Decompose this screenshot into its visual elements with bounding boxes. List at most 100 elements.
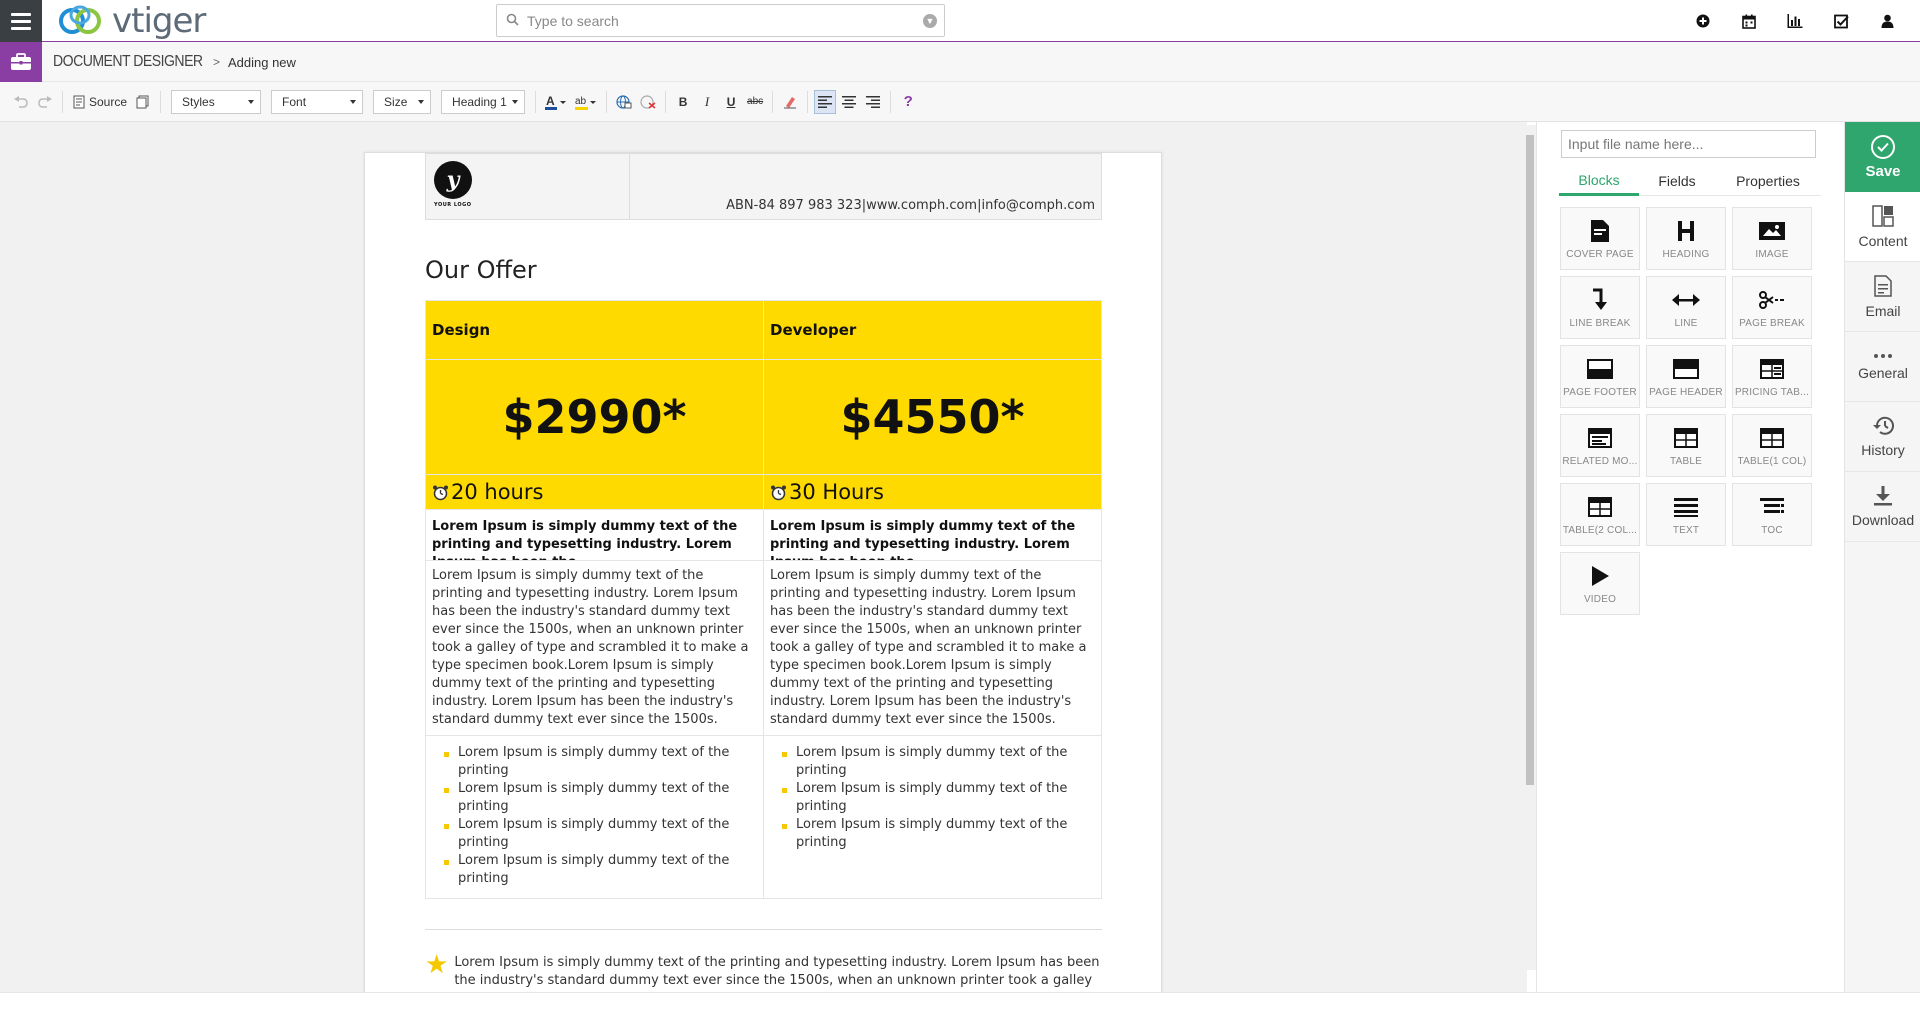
block-image[interactable]: IMAGE <box>1732 207 1812 270</box>
document-page[interactable]: y YOUR LOGO ABN-84 897 983 323|www.comph… <box>364 152 1162 992</box>
block-related-modules[interactable]: RELATED MO... <box>1560 414 1640 477</box>
text-color-icon[interactable]: A <box>542 90 570 114</box>
global-search[interactable]: ▼ <box>496 4 945 37</box>
scrollbar-thumb[interactable] <box>1526 135 1534 785</box>
bullets-cell[interactable]: Lorem Ipsum is simply dummy text of the … <box>425 735 764 899</box>
block-toc[interactable]: TOC <box>1732 483 1812 546</box>
link-icon[interactable] <box>613 90 635 114</box>
calendar-icon[interactable] <box>1726 0 1772 42</box>
block-video[interactable]: VIDEO <box>1560 552 1640 615</box>
breadcrumb-module[interactable]: DOCUMENT DESIGNER <box>53 53 203 71</box>
action-history[interactable]: History <box>1845 402 1920 472</box>
plan-hours: 30 Hours <box>789 480 884 504</box>
strikethrough-button[interactable]: abc <box>744 90 766 114</box>
divider-line <box>425 929 1102 930</box>
italic-button[interactable]: I <box>696 90 718 114</box>
save-button[interactable]: Save <box>1845 122 1920 192</box>
underline-button[interactable]: U <box>720 90 742 114</box>
bold-button[interactable]: B <box>672 90 694 114</box>
action-download[interactable]: Download <box>1845 472 1920 542</box>
document-canvas[interactable]: y YOUR LOGO ABN-84 897 983 323|www.comph… <box>0 122 1527 992</box>
action-general[interactable]: General <box>1845 332 1920 402</box>
background-color-icon[interactable]: ab <box>572 90 600 114</box>
heading-icon <box>1678 221 1694 241</box>
body-cell[interactable]: Lorem Ipsum is simply dummy text of the … <box>425 560 764 736</box>
logo-badge: y <box>434 161 472 199</box>
align-right-icon[interactable] <box>862 90 884 114</box>
templates-icon[interactable] <box>132 90 154 114</box>
cover-page-icon <box>1591 220 1609 242</box>
search-options-icon[interactable]: ▼ <box>916 13 944 28</box>
help-button[interactable]: ? <box>897 90 919 114</box>
block-table-1-col[interactable]: TABLE(1 COL) <box>1732 414 1812 477</box>
lead-cell[interactable]: Lorem Ipsum is simply dummy text of the … <box>763 509 1102 561</box>
hours-cell[interactable]: 20 hours <box>425 474 764 510</box>
block-page-footer[interactable]: PAGE FOOTER <box>1560 345 1640 408</box>
format-dropdown[interactable]: Heading 1 <box>441 89 526 114</box>
offer-title[interactable]: Our Offer <box>425 256 1102 284</box>
remove-format-icon[interactable] <box>779 90 801 114</box>
undo-icon[interactable] <box>10 90 32 114</box>
block-table[interactable]: TABLE <box>1646 414 1726 477</box>
block-cover-page[interactable]: COVER PAGE <box>1560 207 1640 270</box>
block-line-break[interactable]: LINE BREAK <box>1560 276 1640 339</box>
source-button[interactable]: Source <box>69 90 130 114</box>
plan-name: Design <box>432 321 491 339</box>
plan-cell[interactable]: Design <box>425 300 764 360</box>
star-note[interactable]: ★ Lorem Ipsum is simply dummy text of th… <box>425 952 1102 992</box>
search-input[interactable] <box>527 12 916 29</box>
company-logo[interactable]: y YOUR LOGO <box>426 154 630 219</box>
block-table-2-col[interactable]: TABLE(2 COL... <box>1560 483 1640 546</box>
size-label: Size <box>384 94 408 109</box>
document-header[interactable]: y YOUR LOGO ABN-84 897 983 323|www.comph… <box>425 153 1102 220</box>
align-center-icon[interactable] <box>838 90 860 114</box>
body-cell[interactable]: Lorem Ipsum is simply dummy text of the … <box>763 560 1102 736</box>
tab-fields[interactable]: Fields <box>1639 166 1715 196</box>
action-email[interactable]: Email <box>1845 262 1920 332</box>
user-icon[interactable] <box>1864 0 1910 42</box>
table-icon <box>1674 428 1698 448</box>
action-label: Download <box>1851 511 1915 528</box>
block-label: LINE <box>1674 318 1698 329</box>
hours-cell[interactable]: 30 Hours <box>763 474 1102 510</box>
price-cell[interactable]: $4550* <box>763 359 1102 475</box>
tab-properties[interactable]: Properties <box>1715 166 1821 196</box>
action-content[interactable]: Content <box>1845 192 1920 262</box>
font-dropdown[interactable]: Font <box>271 89 364 114</box>
block-label: IMAGE <box>1755 249 1789 260</box>
bullets-cell[interactable]: Lorem Ipsum is simply dummy text of the … <box>763 735 1102 899</box>
block-label: RELATED MO... <box>1562 456 1638 467</box>
block-page-header[interactable]: PAGE HEADER <box>1646 345 1726 408</box>
block-page-break[interactable]: PAGE BREAK <box>1732 276 1812 339</box>
menu-icon[interactable] <box>0 0 42 42</box>
vtiger-logo[interactable]: vtiger <box>58 1 206 41</box>
styles-dropdown[interactable]: Styles <box>171 89 262 114</box>
redo-icon[interactable] <box>34 90 56 114</box>
breadcrumb-current: Adding new <box>227 54 296 70</box>
document-content[interactable]: y YOUR LOGO ABN-84 897 983 323|www.comph… <box>425 153 1102 992</box>
contact-line[interactable]: ABN-84 897 983 323|www.comph.com|info@co… <box>630 154 1101 219</box>
svg-text:A: A <box>546 94 555 108</box>
lead-cell[interactable]: Lorem Ipsum is simply dummy text of the … <box>425 509 764 561</box>
breadcrumb-separator: > <box>212 55 220 69</box>
align-left-icon[interactable] <box>814 89 837 114</box>
canvas-scrollbar[interactable] <box>1524 125 1536 970</box>
pricing-table[interactable]: Design Developer $2990* $4550* 20 hours <box>425 300 1102 899</box>
price-cell[interactable]: $2990* <box>425 359 764 475</box>
block-line[interactable]: LINE <box>1646 276 1726 339</box>
briefcase-icon[interactable] <box>0 42 42 82</box>
block-heading[interactable]: HEADING <box>1646 207 1726 270</box>
list-item: Lorem Ipsum is simply dummy text of the … <box>444 852 757 888</box>
plan-cell[interactable]: Developer <box>763 300 1102 360</box>
check-square-icon[interactable] <box>1818 0 1864 42</box>
toolbar-separator <box>772 90 774 113</box>
size-dropdown[interactable]: Size <box>373 89 432 114</box>
block-text[interactable]: TEXT <box>1646 483 1726 546</box>
plus-circle-icon[interactable] <box>1680 0 1726 42</box>
bar-chart-icon[interactable] <box>1772 0 1818 42</box>
block-label: VIDEO <box>1583 594 1617 605</box>
block-pricing-table[interactable]: PRICING TAB... <box>1732 345 1812 408</box>
unlink-icon[interactable] <box>637 90 659 114</box>
file-name-input[interactable] <box>1561 130 1816 158</box>
tab-blocks[interactable]: Blocks <box>1559 166 1639 196</box>
